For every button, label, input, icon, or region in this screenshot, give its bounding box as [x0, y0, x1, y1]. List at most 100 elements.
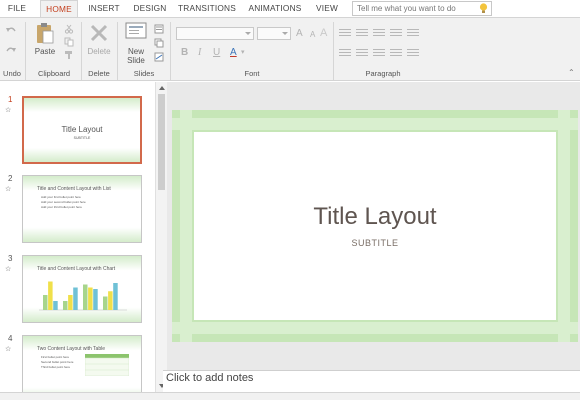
thumb-bullet: Third bullet point here — [41, 365, 71, 369]
new-slide-button[interactable]: New Slide — [120, 47, 152, 65]
powerpoint-window: FILE HOME INSERT DESIGN TRANSITIONS ANIM… — [0, 0, 580, 400]
tab-home[interactable]: HOME — [40, 0, 78, 17]
chart-bar — [43, 295, 48, 310]
slide-thumbnail-2[interactable]: Title and Content Layout with List Add y… — [22, 175, 142, 243]
copy-icon[interactable] — [64, 37, 74, 47]
slide-number: 4 — [8, 334, 13, 343]
chart-bar — [103, 296, 108, 310]
italic-button[interactable]: I — [198, 48, 201, 58]
collapse-ribbon-icon[interactable]: ⌃ — [568, 68, 575, 78]
group-divider — [25, 22, 26, 80]
thumb-table — [85, 354, 129, 376]
paste-button[interactable]: Paste — [30, 47, 60, 56]
slide-thumbnail-3[interactable]: Title and Content Layout with Chart — [22, 255, 142, 323]
thumb-subtitle: SUBTITLE — [73, 136, 91, 140]
reset-icon[interactable] — [154, 38, 164, 48]
current-slide[interactable]: Title Layout SUBTITLE — [172, 110, 578, 342]
chart-bar — [68, 295, 73, 310]
chart-bar — [48, 281, 53, 310]
justify-icon[interactable] — [390, 49, 402, 58]
tell-me-search[interactable]: Tell me what you want to do — [352, 1, 492, 16]
redo-icon[interactable] — [5, 46, 17, 56]
paste-icon[interactable] — [35, 22, 55, 44]
clear-format-icon[interactable]: A — [320, 28, 327, 39]
thumb-chart — [39, 281, 127, 311]
decrease-indent-icon[interactable] — [373, 29, 385, 38]
group-label-undo: Undo — [3, 69, 21, 78]
thumb-title: Title and Content Layout with List — [37, 186, 111, 192]
chart-bar — [73, 287, 78, 310]
numbering-icon[interactable] — [356, 29, 368, 38]
star-icon: ☆ — [5, 346, 12, 353]
font-family-select[interactable] — [176, 27, 254, 40]
tell-me-placeholder: Tell me what you want to do — [357, 4, 456, 13]
columns-icon[interactable] — [407, 49, 419, 58]
chart-bar — [63, 301, 68, 310]
line-spacing-icon[interactable] — [407, 29, 419, 38]
section-icon[interactable] — [154, 52, 164, 62]
undo-icon[interactable] — [5, 26, 17, 36]
font-color-button[interactable]: A — [230, 48, 237, 58]
slide-number: 3 — [8, 254, 13, 263]
tab-view[interactable]: VIEW — [312, 0, 342, 17]
slide-number: 2 — [8, 174, 13, 183]
tab-file[interactable]: FILE — [2, 0, 32, 17]
delete-button[interactable]: Delete — [84, 47, 114, 56]
thumb-bullet: Add your third bullet point here — [41, 205, 82, 209]
thumb-title: Two Content Layout with Table — [37, 346, 106, 352]
group-label-clipboard: Clipboard — [37, 69, 71, 78]
shrink-font-icon[interactable]: A — [310, 30, 315, 40]
slide-band — [172, 322, 578, 334]
new-slide-label-1: New — [127, 47, 144, 56]
tab-animations[interactable]: ANIMATIONS — [244, 0, 306, 17]
chart-bar — [88, 287, 93, 310]
scrollbar-thumb[interactable] — [158, 94, 165, 190]
increase-indent-icon[interactable] — [390, 29, 402, 38]
status-bar — [0, 392, 580, 400]
cut-icon[interactable] — [64, 24, 74, 34]
grow-font-icon[interactable]: A — [296, 29, 303, 39]
font-color-dropdown-icon[interactable]: ▾ — [241, 48, 245, 58]
chevron-down-icon — [245, 32, 251, 35]
slide-band — [172, 118, 578, 130]
group-divider — [170, 22, 171, 80]
lightbulb-icon — [479, 3, 488, 13]
group-label-font: Font — [244, 69, 260, 78]
thumbnails-scrollbar[interactable] — [155, 82, 167, 392]
bold-button[interactable]: B — [181, 48, 188, 58]
align-right-icon[interactable] — [373, 49, 385, 58]
ribbon: Undo Paste Clipboard Delete Delete New S… — [0, 17, 580, 81]
chart-bar — [108, 291, 113, 310]
thumb-bullet: Second bullet point here — [41, 360, 74, 364]
chevron-down-icon — [282, 32, 288, 35]
new-slide-icon[interactable] — [125, 22, 147, 40]
thumb-bullet: Add your second bullet point here — [41, 200, 86, 204]
slide-title[interactable]: Title Layout — [172, 203, 578, 231]
group-label-delete: Delete — [88, 69, 110, 78]
notes-placeholder: Click to add notes — [166, 372, 254, 384]
thumb-bullet: Add your first bullet point here — [41, 195, 81, 199]
format-painter-icon[interactable] — [64, 50, 74, 60]
thumb-title: Title and Content Layout with Chart — [37, 266, 116, 272]
tab-transitions[interactable]: TRANSITIONS — [176, 0, 238, 17]
layout-icon[interactable] — [154, 24, 164, 34]
scroll-up-arrow-icon[interactable] — [159, 86, 165, 90]
star-icon: ☆ — [5, 107, 12, 114]
delete-icon[interactable] — [89, 23, 109, 43]
slide-number: 1 — [8, 95, 13, 104]
chart-bar — [53, 301, 58, 310]
slide-thumbnail-4[interactable]: Two Content Layout with Table First bull… — [22, 335, 142, 400]
tab-design[interactable]: DESIGN — [130, 0, 170, 17]
slide-subtitle[interactable]: SUBTITLE — [172, 238, 578, 248]
align-left-icon[interactable] — [339, 49, 351, 58]
align-center-icon[interactable] — [356, 49, 368, 58]
notes-pane[interactable]: Click to add notes — [163, 370, 580, 392]
slide-thumbnails-pane: 1 ☆ Title Layout SUBTITLE 2 ☆ Title and … — [0, 82, 167, 400]
tab-insert[interactable]: INSERT — [84, 0, 124, 17]
font-size-select[interactable] — [257, 27, 291, 40]
new-slide-label-2: Slide — [127, 56, 145, 65]
slide-thumbnail-1[interactable]: Title Layout SUBTITLE — [22, 96, 142, 164]
group-label-paragraph: Paragraph — [365, 69, 401, 78]
underline-button[interactable]: U — [213, 48, 220, 58]
bullets-icon[interactable] — [339, 29, 351, 38]
